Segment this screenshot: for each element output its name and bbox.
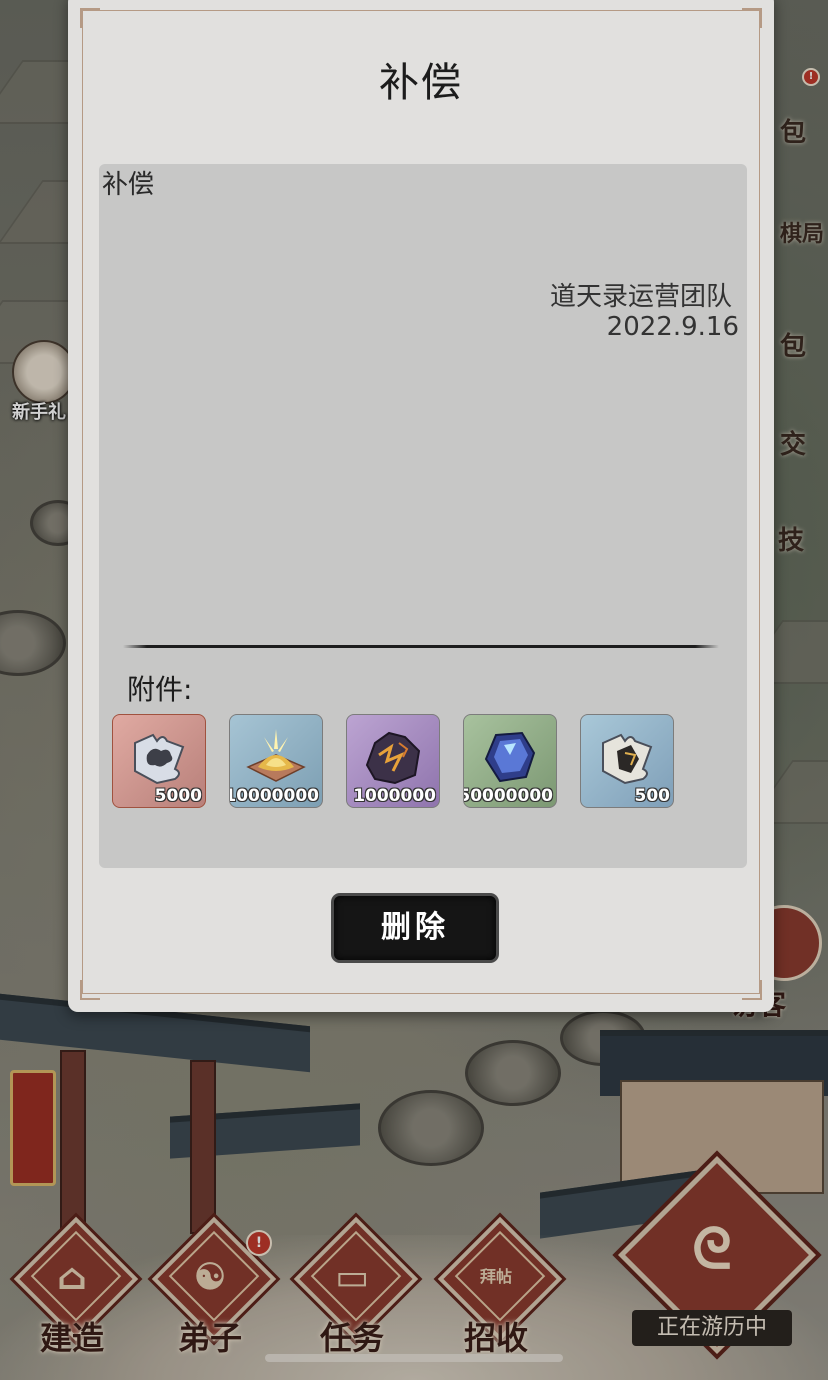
corner-ornament xyxy=(80,980,100,1000)
dark-crystal-ore-icon xyxy=(365,731,421,785)
blue-gem-icon xyxy=(484,731,536,783)
brush-divider xyxy=(123,645,719,648)
puzzle-figure-icon xyxy=(602,733,653,785)
corner-ornament xyxy=(80,8,100,28)
attachment-count: 500 xyxy=(634,786,671,806)
attachment-item[interactable]: 1000000 xyxy=(346,714,440,808)
corner-ornament xyxy=(742,980,762,1000)
attachment-item[interactable]: 500 xyxy=(580,714,674,808)
attachment-count: 10000000 xyxy=(229,786,319,806)
attachment-count: 50000000 xyxy=(463,786,553,806)
attachment-count: 5000 xyxy=(154,786,202,806)
mail-date: 2022.9.16 xyxy=(606,312,739,342)
mail-sender: 道天录运营团队 xyxy=(549,282,732,312)
mail-dialog: 补偿 补偿 道天录运营团队 2022.9.16 附件: 5000 1000000… xyxy=(68,0,774,1012)
corner-ornament xyxy=(742,8,762,28)
attachment-item[interactable]: 50000000 xyxy=(463,714,557,808)
mail-subject: 补偿 xyxy=(102,170,155,200)
gold-powder-icon xyxy=(246,729,306,782)
dialog-title: 补偿 xyxy=(379,60,463,106)
puzzle-cloud-icon xyxy=(134,733,185,785)
attachment-count: 1000000 xyxy=(353,786,436,806)
delete-button-label: 删除 xyxy=(381,910,449,945)
attachment-item[interactable]: 10000000 xyxy=(229,714,323,808)
attachments-label: 附件: xyxy=(127,673,193,706)
attachment-list: 5000 10000000 1000000 50000000 500 xyxy=(112,714,732,810)
mail-content-panel[interactable]: 补偿 道天录运营团队 2022.9.16 附件: 5000 10000000 1… xyxy=(99,164,747,868)
attachment-item[interactable]: 5000 xyxy=(112,714,206,808)
delete-button[interactable]: 删除 xyxy=(334,896,496,960)
